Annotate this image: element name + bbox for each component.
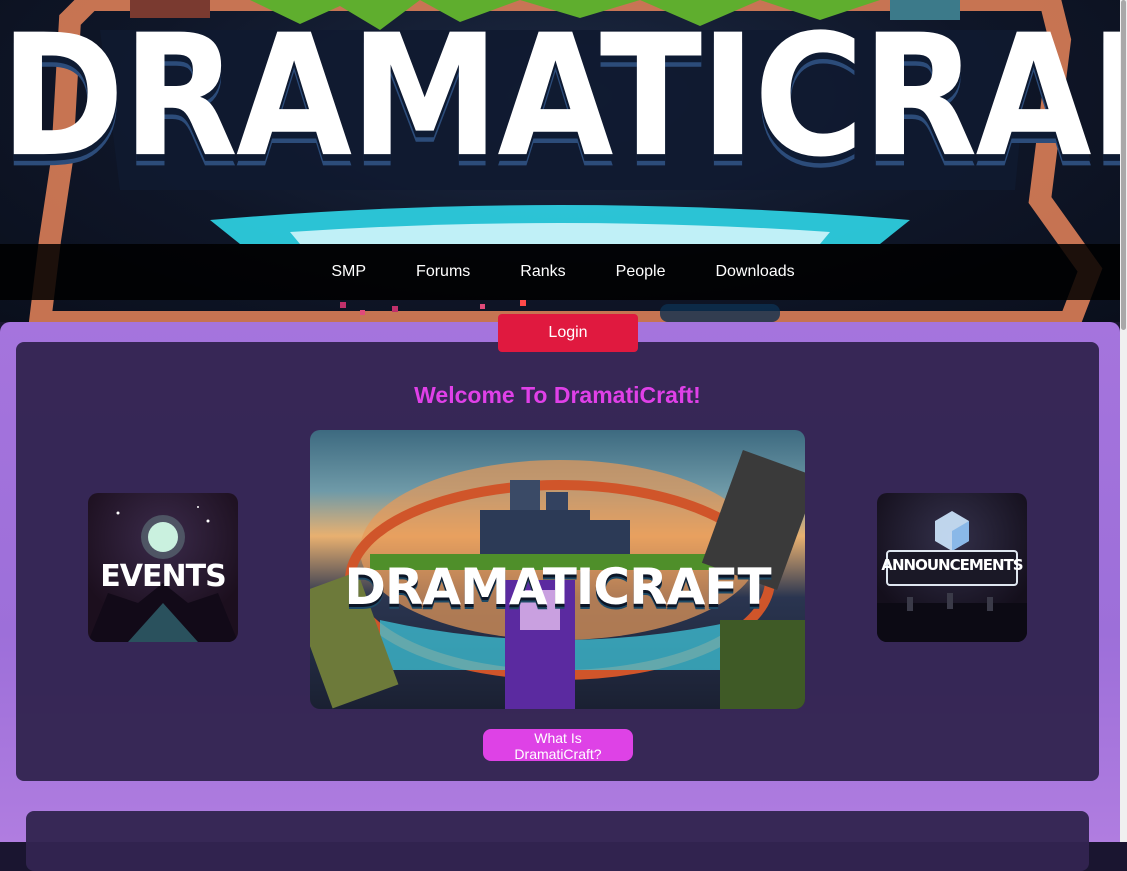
events-tile[interactable]: EVENTS [88,493,238,642]
secondary-card [26,811,1089,871]
banner-logo-text: DRAMATICRAFT [0,0,1120,195]
welcome-heading: Welcome To DramatiCraft! [414,382,701,408]
page-scrollbar[interactable] [1120,0,1127,842]
nav-link-ranks[interactable]: Ranks [520,263,565,281]
hero-logo-text: DRAMATICRAFT [344,558,771,616]
hero-image: DRAMATICRAFT [310,430,805,709]
events-tile-label: EVENTS [100,559,226,594]
main-nav: SMP Forums Ranks People Downloads [0,244,1120,300]
announcements-tile[interactable]: ANNOUNCEMENTS [877,493,1027,642]
login-button[interactable]: Login [498,314,638,352]
what-is-dramaticraft-button[interactable]: What Is DramatiCraft? [483,729,633,762]
nav-link-smp[interactable]: SMP [331,263,366,281]
nav-link-downloads[interactable]: Downloads [715,263,794,281]
announcements-tile-label: ANNOUNCEMENTS [881,556,1023,574]
nav-link-people[interactable]: People [616,263,666,281]
welcome-card: Welcome To DramatiCraft! EVENTS DRAMATIC… [16,342,1099,781]
scrollbar-thumb[interactable] [1121,0,1126,330]
nav-link-forums[interactable]: Forums [416,263,470,281]
